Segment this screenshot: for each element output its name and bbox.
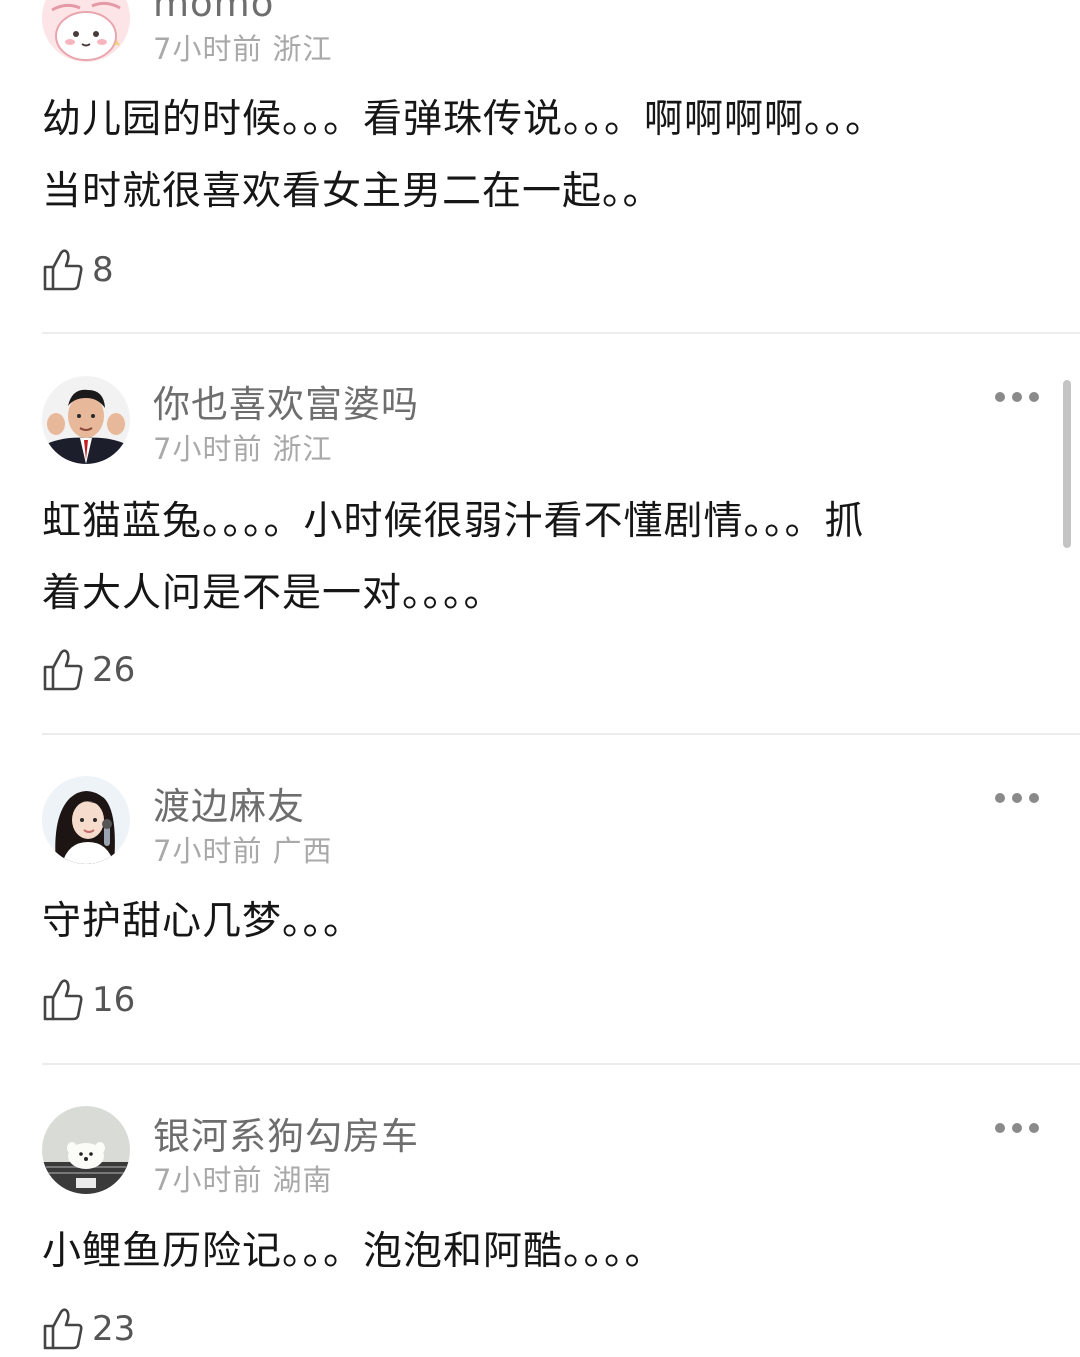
comment-time: 7小时前 [153, 432, 263, 466]
comment-location: 广西 [272, 834, 333, 868]
comment-username[interactable]: momo [153, 0, 274, 25]
comment-time: 7小时前 [153, 834, 263, 868]
more-dots-icon[interactable] [994, 390, 1040, 404]
comment-location: 浙江 [272, 32, 333, 66]
comment-text: 小鲤鱼历险记。。。泡泡和阿酷。。。。 [42, 1229, 665, 1274]
comment-text: 虹猫蓝兔。。。。小时候很弱汁看不懂剧情。。。抓 着大人问是不是一对。。。。 [42, 499, 865, 616]
thumbs-up-icon [43, 1308, 83, 1350]
avatar-image [42, 376, 130, 464]
comment-time: 7小时前 [153, 32, 263, 66]
comment-time: 7小时前 [153, 1163, 263, 1197]
avatar[interactable] [42, 0, 130, 62]
comment-location: 湖南 [272, 1163, 333, 1197]
avatar[interactable] [42, 376, 130, 464]
thumbs-up-icon [43, 649, 83, 691]
divider [42, 332, 1080, 334]
comment-meta: 7小时前 浙江 [153, 26, 332, 68]
avatar[interactable] [42, 1106, 130, 1194]
avatar-image [42, 0, 130, 62]
comment-text: 守护甜心几梦。。。 [42, 899, 364, 944]
like-count: 8 [92, 250, 114, 290]
like-count: 16 [92, 980, 136, 1020]
divider [42, 733, 1080, 735]
more-dots-icon[interactable] [994, 1121, 1040, 1135]
like-count: 26 [92, 650, 136, 690]
thumbs-up-icon [43, 249, 83, 291]
like-button[interactable]: 16 [42, 976, 135, 1024]
comment-meta: 7小时前 浙江 [153, 426, 332, 468]
avatar-image [42, 776, 130, 864]
like-button[interactable]: 23 [42, 1305, 135, 1353]
comment-username[interactable]: 你也喜欢富婆吗 [153, 374, 419, 428]
comment-location: 浙江 [272, 432, 333, 466]
comment-username[interactable]: 渡边麻友 [153, 776, 305, 830]
scrollbar[interactable] [1063, 380, 1071, 548]
avatar[interactable] [42, 776, 130, 864]
more-dots-icon[interactable] [994, 791, 1040, 805]
comment-meta: 7小时前 广西 [153, 828, 332, 870]
divider [42, 1063, 1080, 1065]
like-button[interactable]: 8 [42, 246, 114, 294]
thumbs-up-icon [43, 979, 83, 1021]
comment-meta: 7小时前 湖南 [153, 1157, 332, 1199]
comment-text: 幼儿园的时候。。。看弹珠传说。。。啊啊啊啊。。。 当时就很喜欢看女主男二在一起。… [42, 97, 886, 214]
avatar-image [42, 1106, 130, 1194]
comment-username[interactable]: 银河系狗勾房车 [153, 1106, 419, 1160]
like-count: 23 [92, 1309, 136, 1349]
like-button[interactable]: 26 [42, 646, 135, 694]
